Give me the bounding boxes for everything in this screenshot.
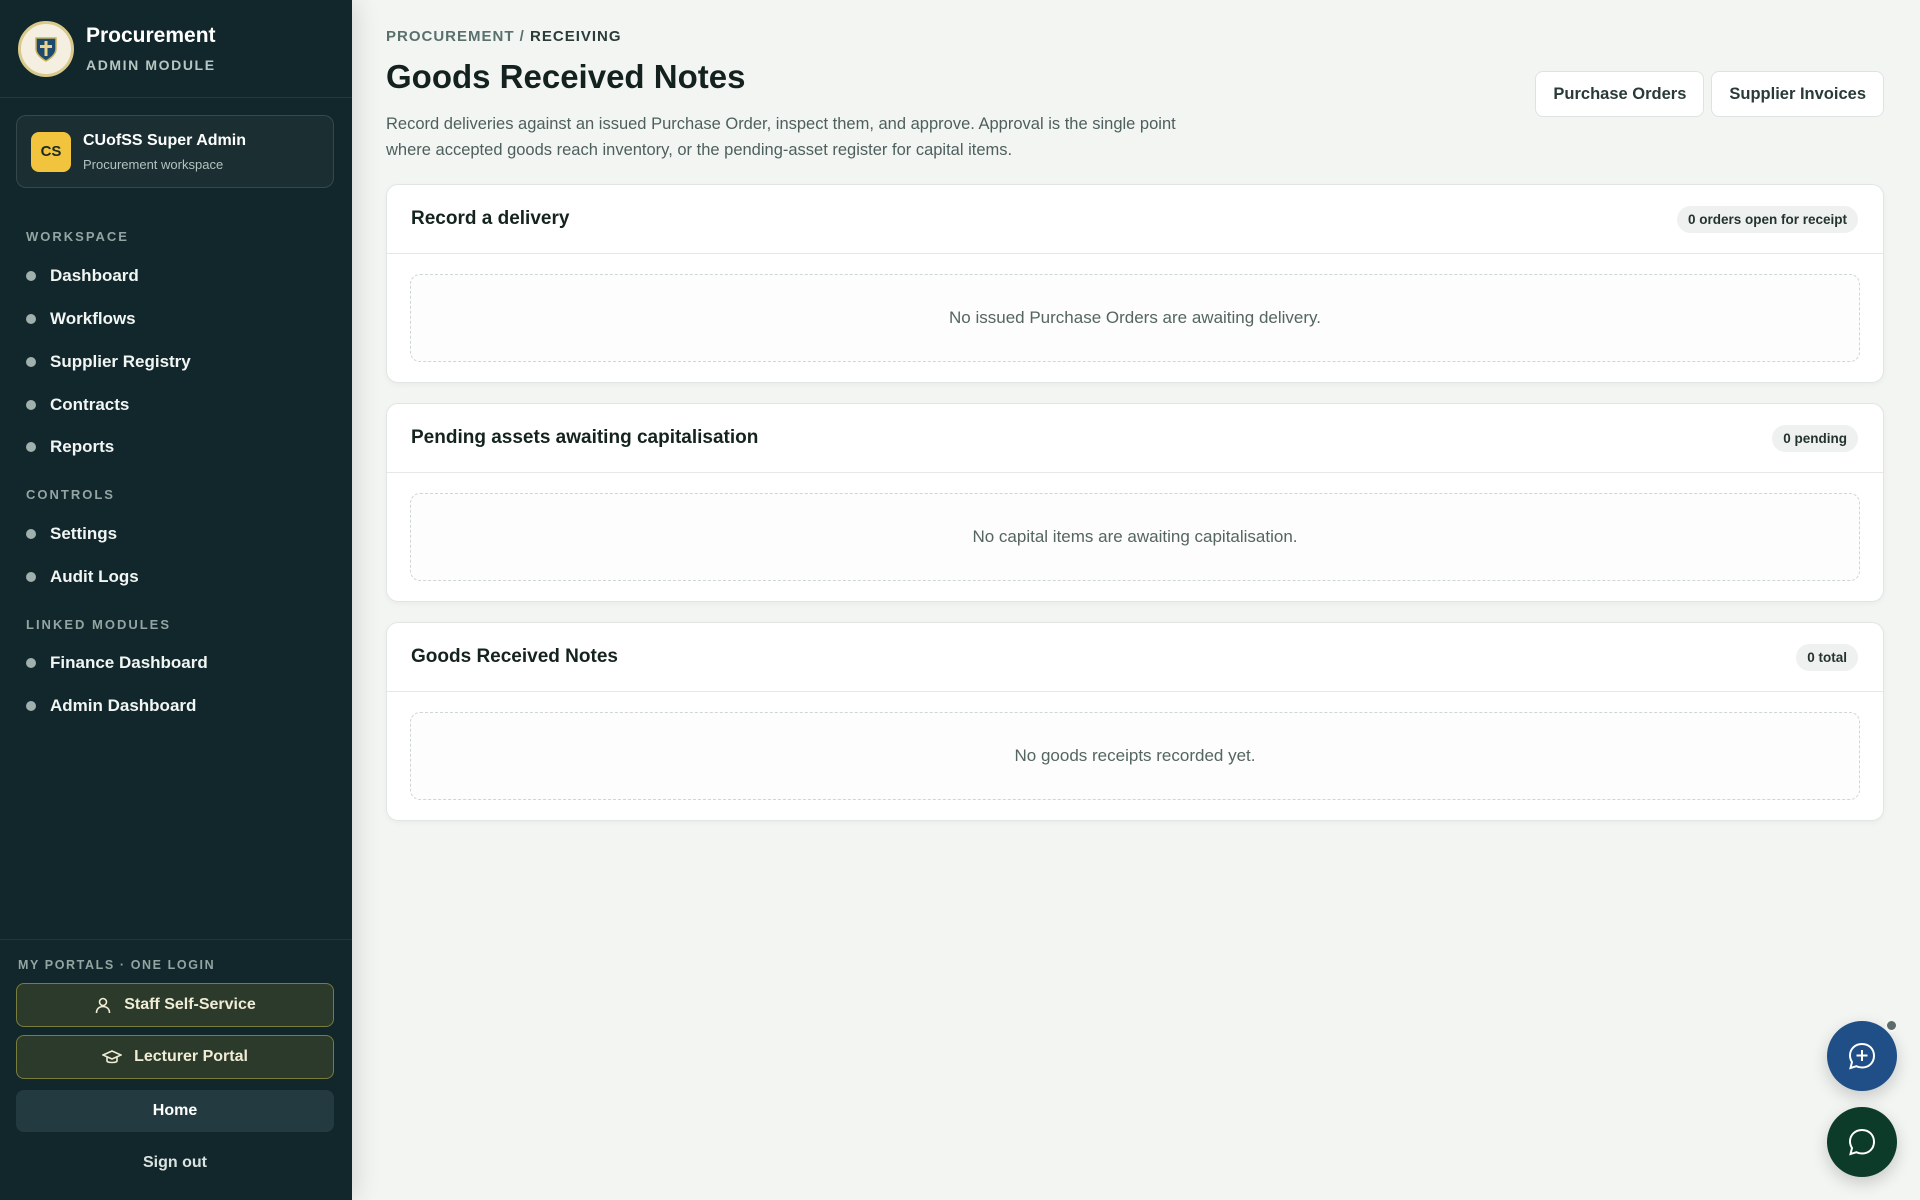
bullet-icon bbox=[26, 271, 36, 281]
sidebar-item-label: Supplier Registry bbox=[50, 352, 191, 371]
brand-title: Procurement bbox=[86, 24, 216, 47]
pending-assets-card: Pending assets awaiting capitalisation 0… bbox=[386, 403, 1884, 602]
page-description: Record deliveries against an issued Purc… bbox=[386, 115, 1176, 159]
card-header: Pending assets awaiting capitalisation 0… bbox=[387, 404, 1883, 473]
nav-section-controls: CONTROLS bbox=[26, 487, 115, 502]
person-icon bbox=[95, 997, 111, 1014]
breadcrumb-separator: / bbox=[514, 28, 531, 45]
sidebar: Procurement ADMIN MODULE CS CUofSS Super… bbox=[0, 0, 352, 1200]
lecturer-portal-label: Lecturer Portal bbox=[134, 1048, 248, 1065]
card-title: Pending assets awaiting capitalisation bbox=[411, 427, 759, 448]
brand-header: Procurement ADMIN MODULE bbox=[0, 0, 352, 98]
bullet-icon bbox=[26, 357, 36, 367]
empty-state: No issued Purchase Orders are awaiting d… bbox=[410, 274, 1860, 362]
goods-received-notes-card: Goods Received Notes 0 total No goods re… bbox=[386, 622, 1884, 821]
status-dot bbox=[1885, 1019, 1898, 1032]
sidebar-item-admin-dashboard[interactable]: Admin Dashboard bbox=[26, 696, 196, 716]
page-actions: Purchase Orders Supplier Invoices bbox=[1535, 71, 1884, 117]
sidebar-item-label: Admin Dashboard bbox=[50, 696, 197, 715]
sidebar-item-supplier-registry[interactable]: Supplier Registry bbox=[26, 352, 191, 372]
user-name: CUofSS Super Admin bbox=[83, 131, 246, 149]
brand-subtitle: ADMIN MODULE bbox=[86, 57, 216, 73]
staff-self-service-label: Staff Self-Service bbox=[124, 996, 256, 1013]
sidebar-item-contracts[interactable]: Contracts bbox=[26, 395, 129, 415]
graduation-cap-icon bbox=[102, 1050, 123, 1064]
sidebar-item-label: Contracts bbox=[50, 395, 130, 414]
sidebar-item-finance-dashboard[interactable]: Finance Dashboard bbox=[26, 653, 208, 673]
sidebar-item-settings[interactable]: Settings bbox=[26, 524, 117, 544]
count-badge: 0 total bbox=[1796, 643, 1858, 671]
portals-label: MY PORTALS · ONE LOGIN bbox=[18, 958, 216, 972]
chat-bubble-icon bbox=[1848, 1128, 1876, 1156]
university-crest-icon bbox=[18, 20, 74, 77]
card-header: Record a delivery 0 orders open for rece… bbox=[387, 185, 1883, 254]
ai-chat-sparkle-icon bbox=[1848, 1042, 1876, 1070]
sidebar-item-workflows[interactable]: Workflows bbox=[26, 309, 136, 329]
count-badge: 0 orders open for receipt bbox=[1676, 205, 1858, 233]
empty-state: No goods receipts recorded yet. bbox=[410, 712, 1860, 800]
bullet-icon bbox=[26, 400, 36, 410]
purchase-orders-button[interactable]: Purchase Orders bbox=[1535, 71, 1705, 117]
staff-self-service-button[interactable]: Staff Self-Service bbox=[16, 983, 334, 1027]
bullet-icon bbox=[26, 701, 36, 711]
portals-panel: MY PORTALS · ONE LOGIN Staff Self-Servic… bbox=[0, 939, 352, 1171]
bullet-icon bbox=[26, 658, 36, 668]
bullet-icon bbox=[26, 529, 36, 539]
card-header: Goods Received Notes 0 total bbox=[387, 623, 1883, 692]
sidebar-item-label: Settings bbox=[50, 524, 118, 543]
user-card[interactable]: CS CUofSS Super Admin Procurement worksp… bbox=[16, 115, 334, 188]
record-delivery-card: Record a delivery 0 orders open for rece… bbox=[386, 184, 1884, 383]
sidebar-item-label: Reports bbox=[50, 437, 115, 456]
breadcrumb-current: RECEIVING bbox=[530, 28, 622, 45]
nav-section-linked-modules: LINKED MODULES bbox=[26, 617, 171, 632]
bullet-icon bbox=[26, 442, 36, 452]
sidebar-item-label: Audit Logs bbox=[50, 567, 139, 586]
sidebar-item-label: Finance Dashboard bbox=[50, 653, 208, 672]
breadcrumb: PROCUREMENT / RECEIVING bbox=[386, 28, 622, 45]
sidebar-item-dashboard[interactable]: Dashboard bbox=[26, 266, 139, 286]
home-button[interactable]: Home bbox=[16, 1090, 334, 1132]
breadcrumb-parent[interactable]: PROCUREMENT bbox=[386, 28, 515, 45]
nav-section-workspace: WORKSPACE bbox=[26, 229, 129, 244]
card-title: Goods Received Notes bbox=[411, 646, 618, 667]
avatar: CS bbox=[31, 131, 71, 172]
card-title: Record a delivery bbox=[411, 208, 570, 229]
user-workspace: Procurement workspace bbox=[83, 156, 224, 172]
sidebar-item-reports[interactable]: Reports bbox=[26, 437, 114, 457]
supplier-invoices-button[interactable]: Supplier Invoices bbox=[1711, 71, 1884, 117]
empty-state: No capital items are awaiting capitalisa… bbox=[410, 493, 1860, 581]
page-title: Goods Received Notes bbox=[386, 58, 746, 95]
chat-button[interactable] bbox=[1827, 1107, 1897, 1177]
bullet-icon bbox=[26, 572, 36, 582]
sidebar-item-label: Dashboard bbox=[50, 266, 139, 285]
bullet-icon bbox=[26, 314, 36, 324]
sign-out-button[interactable]: Sign out bbox=[16, 1147, 334, 1179]
sidebar-item-audit-logs[interactable]: Audit Logs bbox=[26, 567, 139, 587]
ai-assistant-button[interactable] bbox=[1827, 1019, 1898, 1091]
lecturer-portal-button[interactable]: Lecturer Portal bbox=[16, 1035, 334, 1079]
count-badge: 0 pending bbox=[1772, 424, 1858, 452]
sidebar-item-label: Workflows bbox=[50, 309, 136, 328]
